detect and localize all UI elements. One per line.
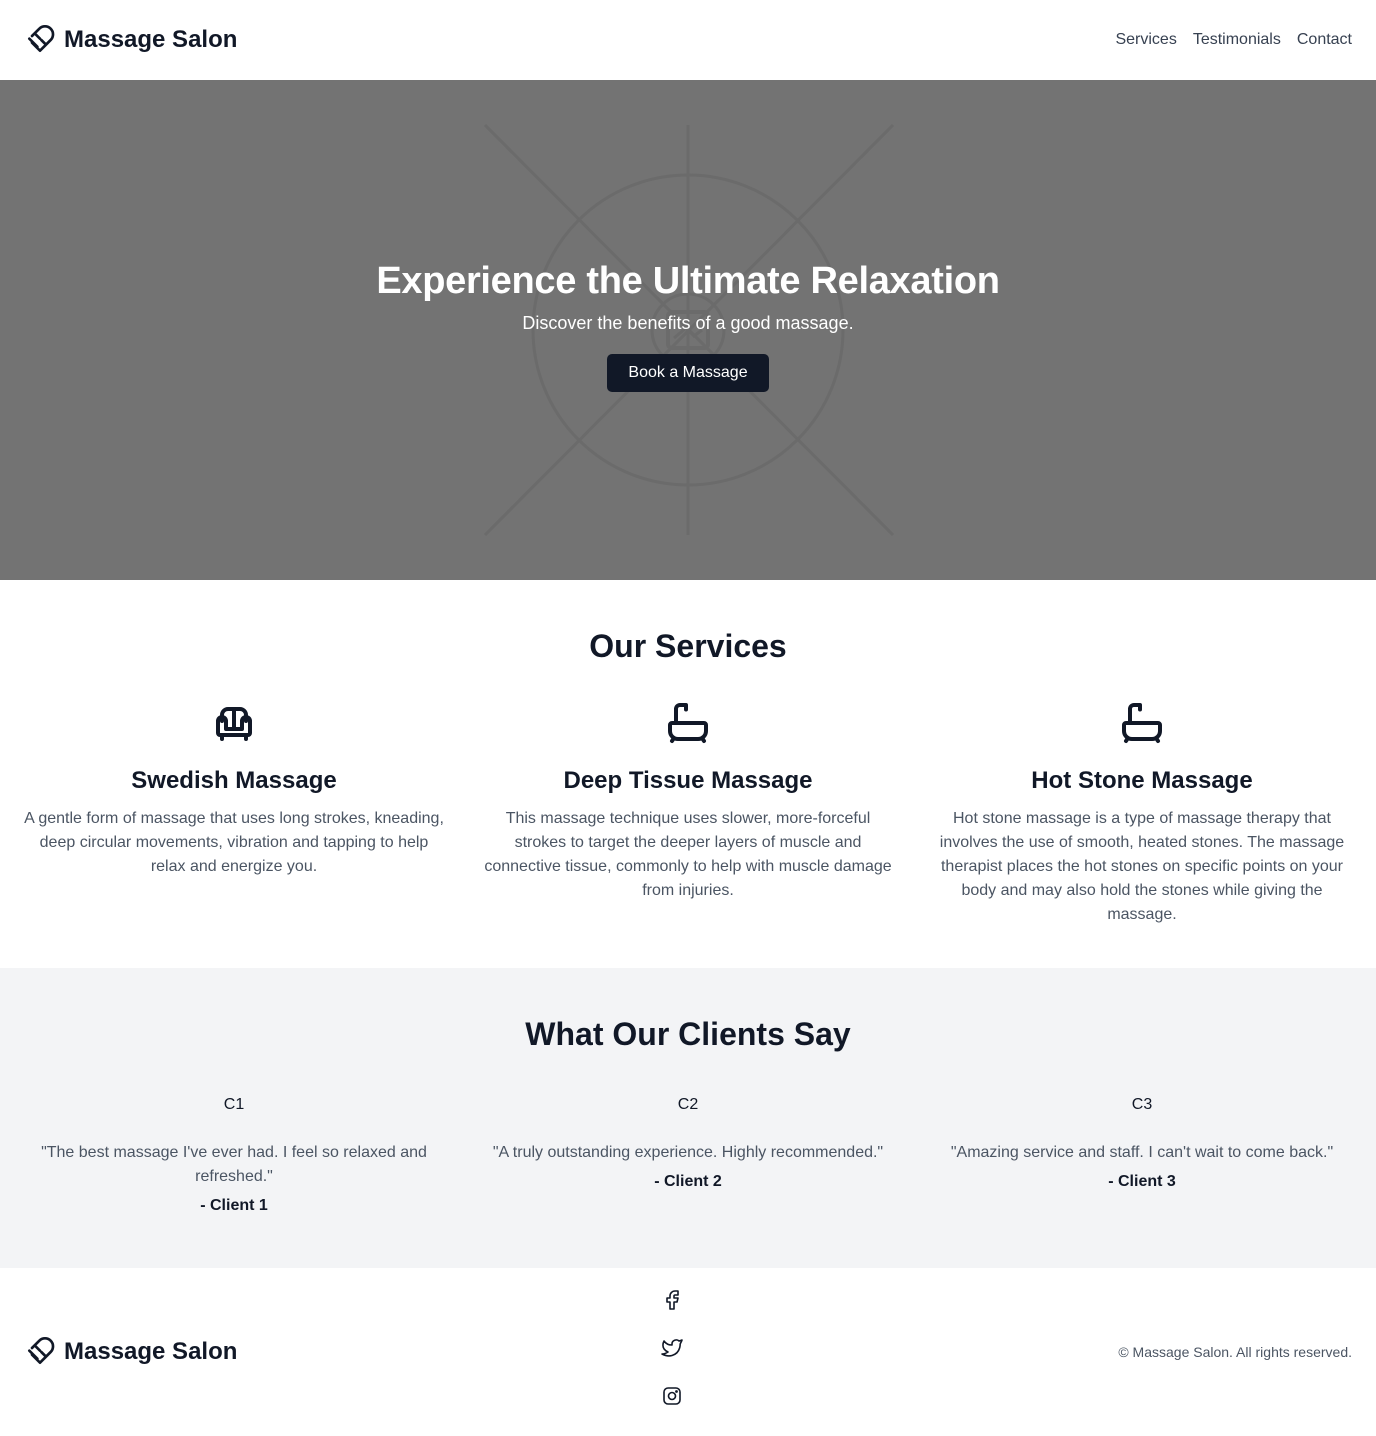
book-massage-button[interactable]: Book a Massage (607, 354, 769, 392)
testimonials-grid: C1 "The best massage I've ever had. I fe… (0, 1093, 1376, 1215)
service-description: A gentle form of massage that uses long … (24, 810, 444, 875)
testimonial-card: C2 "A truly outstanding experience. High… (478, 1093, 898, 1215)
testimonials-title: What Our Clients Say (525, 1016, 851, 1052)
service-card: Swedish Massage A gentle form of massage… (24, 699, 444, 927)
sofa-icon (216, 707, 252, 741)
service-title: Hot Stone Massage (1031, 767, 1253, 794)
site-footer: Massage Salon © Massage Salon. All right… (0, 1268, 1376, 1436)
testimonial-card: C3 "Amazing service and staff. I can't w… (932, 1093, 1352, 1215)
instagram-icon[interactable] (660, 1384, 684, 1408)
nav-link-testimonials[interactable]: Testimonials (1193, 31, 1281, 49)
hero-subtitle: Discover the benefits of a good massage. (522, 313, 854, 333)
brand-name: Massage Salon (64, 26, 238, 53)
service-title: Deep Tissue Massage (563, 767, 813, 794)
magnet-logo-icon (28, 25, 55, 52)
avatar: C3 (1131, 1096, 1153, 1113)
bathtub-icon (668, 703, 708, 743)
testimonial-quote: "Amazing service and staff. I can't wait… (950, 1144, 1334, 1161)
testimonial-author: - Client 2 (654, 1173, 722, 1190)
facebook-icon[interactable] (660, 1288, 684, 1312)
nav-link-services[interactable]: Services (1115, 31, 1176, 49)
twitter-icon[interactable] (660, 1336, 684, 1360)
testimonial-quote: "The best massage I've ever had. I feel … (41, 1144, 427, 1185)
service-description: Hot stone massage is a type of massage t… (939, 810, 1345, 923)
services-title: Our Services (589, 628, 787, 664)
testimonials-section: What Our Clients Say C1 "The best massag… (0, 968, 1376, 1268)
testimonial-card: C1 "The best massage I've ever had. I fe… (24, 1093, 444, 1215)
service-title: Swedish Massage (131, 767, 337, 794)
avatar: C2 (677, 1096, 699, 1113)
social-links (660, 1288, 684, 1408)
footer-brand[interactable]: Massage Salon (24, 1336, 237, 1368)
hero-content: Experience the Ultimate Relaxation Disco… (0, 260, 1376, 392)
services-section: Our Services Swedish Massage A gentle fo… (0, 580, 1376, 968)
hero-section: Experience the Ultimate Relaxation Disco… (0, 80, 1376, 580)
site-header: Massage Salon Services Testimonials Cont… (0, 0, 1376, 80)
brand[interactable]: Massage Salon (24, 24, 237, 56)
footer-brand-name: Massage Salon (64, 1338, 238, 1365)
service-card: Deep Tissue Massage This massage techniq… (478, 699, 898, 927)
testimonial-author: - Client 1 (200, 1197, 268, 1214)
services-grid: Swedish Massage A gentle form of massage… (0, 699, 1376, 927)
service-card: Hot Stone Massage Hot stone massage is a… (932, 699, 1352, 927)
main-nav: Services Testimonials Contact (1115, 31, 1352, 49)
bathtub-icon (1122, 703, 1162, 743)
service-description: This massage technique uses slower, more… (484, 810, 892, 899)
copyright-text: © Massage Salon. All rights reserved. (1118, 1344, 1352, 1360)
hero-title: Experience the Ultimate Relaxation (376, 260, 1000, 302)
nav-link-contact[interactable]: Contact (1297, 31, 1352, 49)
magnet-logo-icon (28, 1337, 55, 1364)
avatar: C1 (223, 1096, 245, 1113)
testimonial-author: - Client 3 (1108, 1173, 1176, 1190)
testimonial-quote: "A truly outstanding experience. Highly … (492, 1144, 884, 1161)
